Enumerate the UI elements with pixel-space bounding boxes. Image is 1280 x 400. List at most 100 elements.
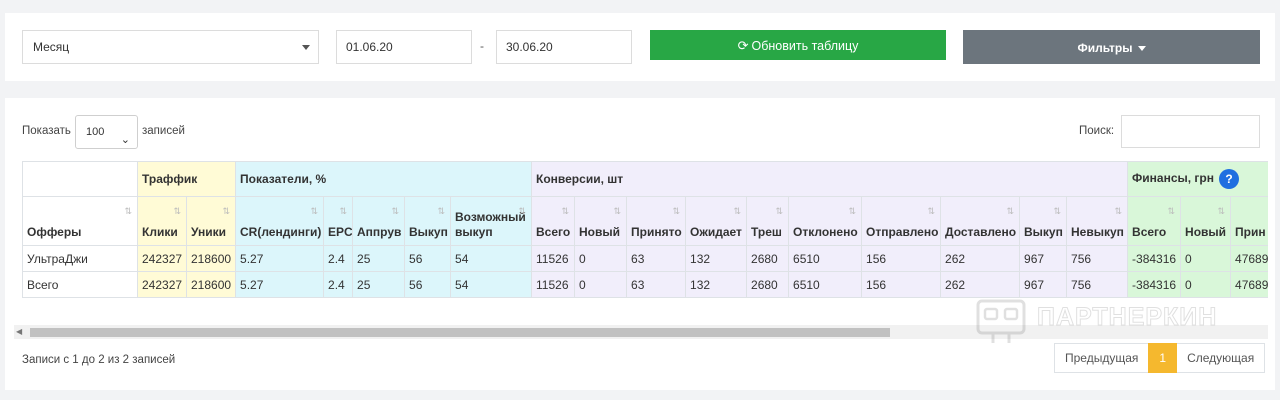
- cell-conv-waiting: 132: [685, 271, 748, 298]
- column-header-fin-total[interactable]: ⇅ Всего: [1127, 196, 1182, 246]
- horizontal-scrollbar[interactable]: ◀: [14, 325, 1268, 339]
- question-circle-icon[interactable]: ?: [1219, 169, 1239, 189]
- cell-fin-total: -384316: [1127, 271, 1182, 298]
- cell-fin-new: 0: [1180, 271, 1232, 298]
- column-header-fin-new[interactable]: ⇅ Новый: [1180, 196, 1232, 246]
- group-header-indicators: Показатели, %: [235, 161, 533, 197]
- cell-clicks: 242327: [137, 271, 187, 298]
- scroll-left-icon[interactable]: ◀: [16, 325, 22, 339]
- sort-arrows-icon: ⇅: [613, 206, 622, 216]
- cell-offer: Всего: [22, 271, 138, 298]
- column-header-uniques[interactable]: ⇅ Уники: [185, 196, 237, 246]
- scrollbar-thumb[interactable]: [30, 328, 890, 337]
- search-input[interactable]: [1121, 115, 1260, 148]
- column-header-conv-nobuyout[interactable]: ⇅ Невыкуп: [1066, 196, 1129, 246]
- table-row: Всего 242327 218600 5.27 2.4 25 56 54 11…: [22, 271, 1268, 298]
- cell-conv-new: 0: [574, 245, 628, 272]
- cell-epc: 2.4: [323, 245, 354, 272]
- period-select[interactable]: Месяц: [22, 30, 319, 64]
- column-header-approve[interactable]: ⇅ Аппрув: [352, 196, 406, 246]
- cell-conv-delivered: 262: [940, 245, 1021, 272]
- cell-fin-new: 0: [1180, 245, 1232, 272]
- refresh-table-button[interactable]: ⟳ Обновить таблицу: [650, 30, 946, 60]
- cell-conv-trash: 2680: [746, 245, 790, 272]
- cell-conv-trash: 2680: [746, 271, 790, 298]
- column-header-conv-total[interactable]: ⇅ Всего: [531, 196, 576, 246]
- cell-approve: 25: [352, 271, 406, 298]
- cell-conv-nobuyout: 756: [1066, 271, 1129, 298]
- sort-arrows-icon: ⇅: [391, 206, 400, 216]
- cell-conv-waiting: 132: [685, 245, 748, 272]
- sort-arrows-icon: ⇅: [927, 206, 936, 216]
- cell-conv-sent: 156: [861, 271, 942, 298]
- cell-fin-total: -384316: [1127, 245, 1182, 272]
- cell-cr: 5.27: [235, 245, 325, 272]
- column-header-offers[interactable]: ⇅ Офферы: [22, 196, 138, 246]
- cell-conv-total: 11526: [531, 245, 576, 272]
- sort-arrows-icon: ⇅: [733, 206, 742, 216]
- filters-button[interactable]: Фильтры: [963, 30, 1260, 64]
- sort-arrows-icon: ⇅: [518, 206, 527, 216]
- refresh-table-label: Обновить таблицу: [751, 39, 859, 53]
- group-header-conversions: Конверсии, шт: [531, 161, 1129, 197]
- column-header-conv-new[interactable]: ⇅ Новый: [574, 196, 628, 246]
- column-header-epc[interactable]: ⇅ EPC: [323, 196, 354, 246]
- column-header-conv-waiting[interactable]: ⇅ Ожидает: [685, 196, 748, 246]
- cell-conv-rejected: 6510: [788, 245, 863, 272]
- column-header-conv-buyout[interactable]: ⇅ Выкуп: [1019, 196, 1068, 246]
- sort-arrows-icon: ⇅: [222, 206, 231, 216]
- sort-arrows-icon: ⇅: [848, 206, 857, 216]
- refresh-icon: ⟳: [737, 38, 749, 53]
- column-header-buyout[interactable]: ⇅ Выкуп: [404, 196, 452, 246]
- cell-offer: УльтраДжи: [22, 245, 138, 272]
- cell-conv-sent: 156: [861, 245, 942, 272]
- page-length-value: 100: [86, 126, 105, 138]
- date-to-input[interactable]: 30.06.20: [496, 30, 632, 64]
- column-header-conv-delivered[interactable]: ⇅ Доставлено: [940, 196, 1021, 246]
- page-length-select[interactable]: 100 ⌄: [75, 115, 138, 149]
- cell-uniques: 218600: [185, 271, 237, 298]
- cell-conv-total: 11526: [531, 271, 576, 298]
- cell-conv-buyout: 967: [1019, 245, 1068, 272]
- date-from-input[interactable]: 01.06.20: [336, 30, 472, 64]
- cell-approve: 25: [352, 245, 406, 272]
- column-header-clicks[interactable]: ⇅ Клики: [137, 196, 187, 246]
- cell-possible-buyout: 54: [450, 245, 533, 272]
- toolbar-panel: Месяц 01.06.20 - 30.06.20 ⟳ Обновить табл…: [5, 13, 1275, 81]
- records-label: записей: [142, 125, 185, 137]
- column-header-cr[interactable]: ⇅ CR(лендинги): [235, 196, 325, 246]
- sort-arrows-icon: ⇅: [1053, 206, 1062, 216]
- sort-arrows-icon: ⇅: [437, 206, 446, 216]
- search-label: Поиск:: [1079, 125, 1115, 137]
- column-header-fin-accepted[interactable]: Прин: [1230, 196, 1268, 246]
- cell-epc: 2.4: [323, 271, 354, 298]
- cell-buyout: 56: [404, 271, 452, 298]
- sort-arrows-icon: ⇅: [561, 206, 570, 216]
- sort-arrows-icon: ⇅: [672, 206, 681, 216]
- column-header-conv-rejected[interactable]: ⇅ Отклонено: [788, 196, 863, 246]
- group-header-traffic: Траффик: [136, 161, 237, 197]
- column-header-conv-accepted[interactable]: ⇅ Принято: [626, 196, 687, 246]
- previous-page-button[interactable]: Предыдущая: [1054, 343, 1149, 373]
- page-button-current[interactable]: 1: [1148, 343, 1178, 373]
- date-separator: -: [480, 39, 484, 53]
- cell-conv-new: 0: [574, 271, 628, 298]
- column-header-conv-sent[interactable]: ⇅ Отправлено: [861, 196, 942, 246]
- sort-arrows-icon: ⇅: [1114, 206, 1123, 216]
- column-header-conv-trash[interactable]: ⇅ Треш: [746, 196, 790, 246]
- cell-conv-nobuyout: 756: [1066, 245, 1129, 272]
- table-row: УльтраДжи 242327 218600 5.27 2.4 25 56 5…: [22, 245, 1268, 272]
- column-header-possible-buyout[interactable]: ⇅ Возможный выкуп: [450, 196, 533, 246]
- report-panel: Показать 100 ⌄ записей Поиск: Траффик По…: [5, 98, 1275, 390]
- cell-conv-accepted: 63: [626, 245, 687, 272]
- cell-cr: 5.27: [235, 271, 325, 298]
- next-page-button[interactable]: Следующая: [1177, 343, 1266, 373]
- cell-conv-buyout: 967: [1019, 271, 1068, 298]
- filters-label: Фильтры: [1077, 41, 1133, 55]
- sort-arrows-icon: ⇅: [1217, 206, 1226, 216]
- cell-uniques: 218600: [185, 245, 237, 272]
- sort-arrows-icon: ⇅: [339, 206, 348, 216]
- period-select-value: Месяц: [33, 40, 70, 54]
- stats-table-container: Траффик Показатели, % Конверсии, шт Фина…: [22, 161, 1268, 314]
- sort-arrows-icon: ⇅: [775, 206, 784, 216]
